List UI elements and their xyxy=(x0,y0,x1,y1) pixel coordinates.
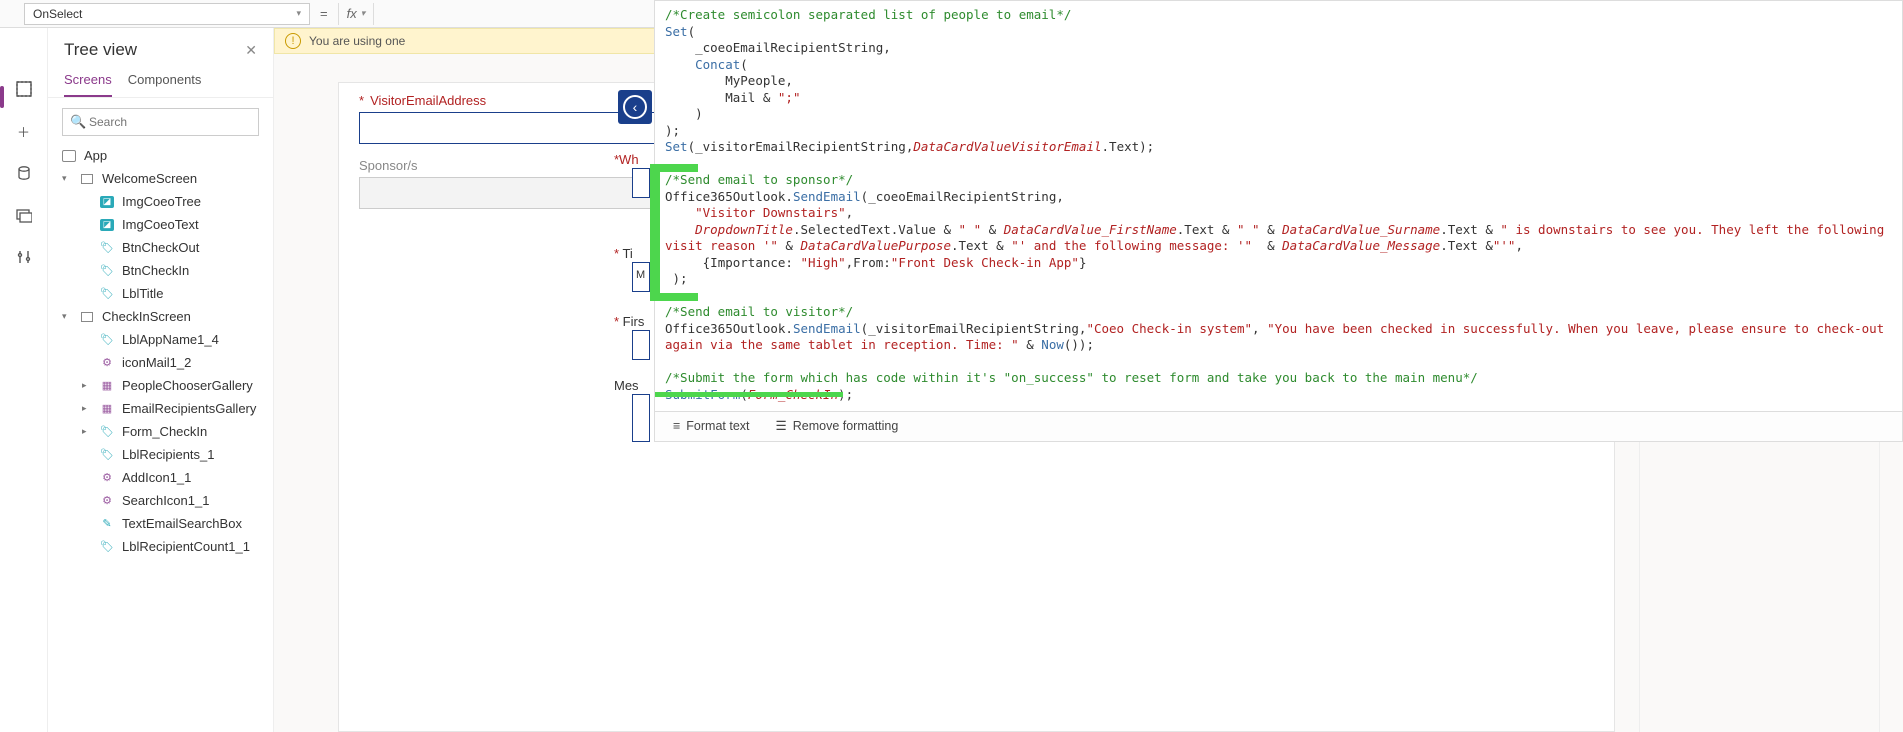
search-icon: 🔍 xyxy=(70,114,86,130)
lbl-icon: 🏷 xyxy=(100,540,114,554)
group-icon: ⚙ xyxy=(100,356,114,370)
search-input[interactable] xyxy=(62,108,259,136)
lbl-icon: 🏷 xyxy=(100,425,114,439)
formula-property-value: OnSelect xyxy=(33,7,82,21)
lbl-icon: 🏷 xyxy=(100,448,114,462)
tree-list: App ▾WelcomeScreen◪ImgCoeoTree◪ImgCoeoTe… xyxy=(48,144,273,732)
format-icon: ≡ xyxy=(673,418,680,435)
img-icon: ◪ xyxy=(100,195,114,209)
data-icon[interactable] xyxy=(15,164,33,182)
add-icon[interactable]: ＋ xyxy=(15,122,33,140)
txt-icon: ✎ xyxy=(100,517,114,531)
tree-item-lblrec[interactable]: 🏷LblRecipients_1 xyxy=(48,443,273,466)
tree-item-imgtext[interactable]: ◪ImgCoeoText xyxy=(48,213,273,236)
media-icon[interactable] xyxy=(15,206,33,224)
tree-item-people[interactable]: ▸▦PeopleChooserGallery xyxy=(48,374,273,397)
chevron-down-icon: ▾ xyxy=(296,8,301,19)
remove-formatting-button[interactable]: ☰ Remove formatting xyxy=(776,418,899,435)
lbl-icon: 🏷 xyxy=(100,287,114,301)
warning-icon: ! xyxy=(285,33,301,49)
tree-view-icon[interactable] xyxy=(15,80,33,98)
gal-icon: ▦ xyxy=(100,402,114,416)
label-sponsor: Sponsor/s xyxy=(359,158,418,173)
treeview-title: Tree view xyxy=(64,40,137,60)
lbl-icon: 🏷 xyxy=(100,241,114,255)
tree-item-txtbox[interactable]: ✎TextEmailSearchBox xyxy=(48,512,273,535)
tree-item-welcome[interactable]: ▾WelcomeScreen xyxy=(48,167,273,190)
tree-item-lbltitle[interactable]: 🏷LblTitle xyxy=(48,282,273,305)
tree-item-addicn[interactable]: ⚙AddIcon1_1 xyxy=(48,466,273,489)
gal-icon: ▦ xyxy=(100,379,114,393)
tree-item-btnin[interactable]: 🏷BtnCheckIn xyxy=(48,259,273,282)
tree-item-app[interactable]: App xyxy=(48,144,273,167)
back-button[interactable]: ‹ xyxy=(618,90,652,124)
remove-format-icon: ☰ xyxy=(776,418,787,435)
group-icon: ⚙ xyxy=(100,494,114,508)
tree-item-checkin[interactable]: ▾CheckInScreen xyxy=(48,305,273,328)
settings-icon[interactable] xyxy=(15,248,33,266)
tab-components[interactable]: Components xyxy=(128,66,202,97)
tree-item-lblcnt[interactable]: 🏷LblRecipientCount1_1 xyxy=(48,535,273,558)
screen-icon xyxy=(80,172,94,186)
tree-item-lblapp[interactable]: 🏷LblAppName1_4 xyxy=(48,328,273,351)
formula-property-select[interactable]: OnSelect ▾ xyxy=(24,3,310,25)
close-icon[interactable]: ✕ xyxy=(245,42,257,59)
formula-fx[interactable]: fx xyxy=(339,6,374,21)
tree-item-emailrec[interactable]: ▸▦EmailRecipientsGallery xyxy=(48,397,273,420)
label-visitor-email: VisitorEmailAddress xyxy=(370,93,486,108)
formula-editor[interactable]: /*Create semicolon separated list of peo… xyxy=(654,0,1903,442)
img-icon: ◪ xyxy=(100,218,114,232)
tree-item-form[interactable]: ▸🏷Form_CheckIn xyxy=(48,420,273,443)
tree-item-srchicn[interactable]: ⚙SearchIcon1_1 xyxy=(48,489,273,512)
formula-equals: = xyxy=(310,6,338,21)
format-text-button[interactable]: ≡ Format text xyxy=(673,418,750,435)
group-icon: ⚙ xyxy=(100,471,114,485)
tree-item-imgtree[interactable]: ◪ImgCoeoTree xyxy=(48,190,273,213)
lbl-icon: 🏷 xyxy=(100,264,114,278)
lbl-icon: 🏷 xyxy=(100,333,114,347)
tree-item-iconmail[interactable]: ⚙iconMail1_2 xyxy=(48,351,273,374)
screen-icon xyxy=(80,310,94,324)
warning-text: You are using one xyxy=(309,34,405,48)
tab-screens[interactable]: Screens xyxy=(64,66,112,97)
tree-item-btnout[interactable]: 🏷BtnCheckOut xyxy=(48,236,273,259)
